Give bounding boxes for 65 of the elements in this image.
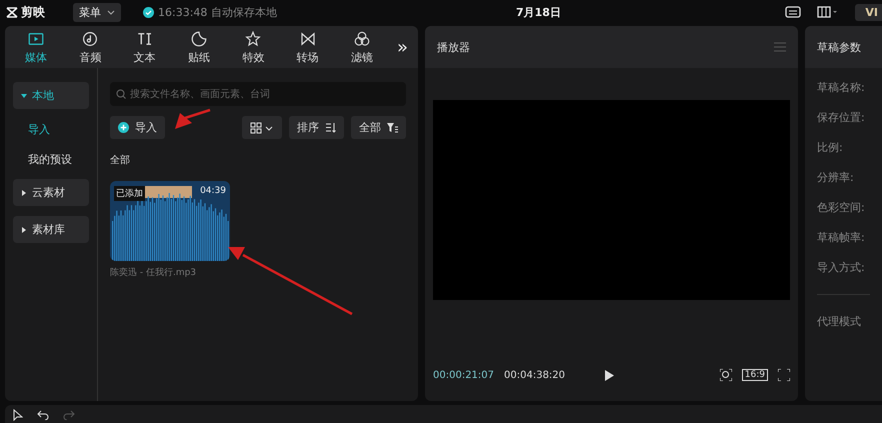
sidebar-group[interactable]: 云素材 <box>13 179 89 206</box>
plus-icon <box>118 122 129 133</box>
sticker-icon <box>190 30 208 48</box>
undo-icon[interactable] <box>37 410 49 420</box>
total-time: 00:04:38:20 <box>504 370 566 380</box>
check-icon <box>143 6 154 18</box>
field-label: 色彩空间: <box>817 200 866 215</box>
caret-icon <box>107 10 115 14</box>
clip-filename: 陈奕迅 - 任我行.mp3 <box>110 266 198 279</box>
menu-button[interactable]: 菜单 <box>73 2 121 22</box>
layout-icon[interactable] <box>817 6 840 18</box>
tab[interactable]: 转场 <box>280 30 335 64</box>
view-toggle-button[interactable] <box>242 116 282 139</box>
audio-clip-card[interactable]: 已添加 04:39 <box>110 181 230 261</box>
tab[interactable]: 媒体 <box>9 30 64 64</box>
app-name: 剪映 <box>21 4 45 20</box>
caret-icon <box>21 226 27 232</box>
section-label: 全部 <box>110 154 131 167</box>
sort-icon <box>325 122 336 133</box>
tab[interactable]: 音频 <box>63 30 118 64</box>
sidebar-group[interactable]: 素材库 <box>13 216 89 243</box>
proxy-mode-label: 代理模式 <box>817 314 862 329</box>
autosave-status: 16:33:48 自动保存本地 <box>158 4 277 20</box>
circles-icon <box>352 30 371 48</box>
sort-button[interactable]: 排序 <box>289 116 344 139</box>
field-label: 草稿名称: <box>817 80 866 95</box>
caret-icon <box>21 190 27 196</box>
filter-icon <box>387 122 398 133</box>
sidebar-item[interactable]: 导入 <box>13 119 89 139</box>
panel-title: 播放器 <box>437 40 470 54</box>
current-time: 00:00:21:07 <box>433 370 494 380</box>
filter-button[interactable]: 全部 <box>351 116 406 139</box>
panel-title: 草稿参数 <box>817 40 861 54</box>
tab[interactable]: 特效 <box>226 30 280 64</box>
grid-icon <box>250 122 274 134</box>
aspect-ratio-button[interactable]: 16:9 <box>742 369 768 381</box>
music-note-icon <box>81 30 100 48</box>
field-label: 草稿帧率: <box>817 230 866 245</box>
zoom-icon[interactable] <box>720 369 732 381</box>
bowtie-icon <box>298 30 317 48</box>
added-badge: 已添加 <box>114 186 145 201</box>
logo-icon <box>6 6 18 18</box>
sidebar-group[interactable]: 本地 <box>13 82 89 109</box>
clip-duration: 04:39 <box>200 186 226 196</box>
annotation-arrow <box>175 108 210 129</box>
tab[interactable]: 贴纸 <box>172 30 226 64</box>
keyboard-icon[interactable] <box>785 6 802 18</box>
search-field[interactable]: 搜索文件名称、画面元素、台词 <box>110 82 406 106</box>
import-button[interactable]: 导入 <box>110 116 165 139</box>
field-label: 分辨率: <box>817 170 855 185</box>
tab[interactable]: 文本 <box>118 30 172 64</box>
search-icon <box>116 89 126 99</box>
project-title: 7月18日 <box>516 5 561 20</box>
star-icon <box>244 30 262 48</box>
field-label: 保存位置: <box>817 110 866 125</box>
play-button[interactable] <box>605 370 614 380</box>
sidebar-item[interactable]: 我的预设 <box>13 149 89 169</box>
vip-badge[interactable]: VI <box>855 4 882 20</box>
fullscreen-icon[interactable] <box>778 369 790 381</box>
tab[interactable]: 滤镜 <box>334 30 389 64</box>
caret-icon <box>21 92 27 98</box>
cursor-icon[interactable] <box>13 409 23 421</box>
more-tabs-button[interactable]: » <box>390 36 414 58</box>
field-label: 比例: <box>817 140 844 155</box>
field-label: 导入方式: <box>817 260 866 275</box>
